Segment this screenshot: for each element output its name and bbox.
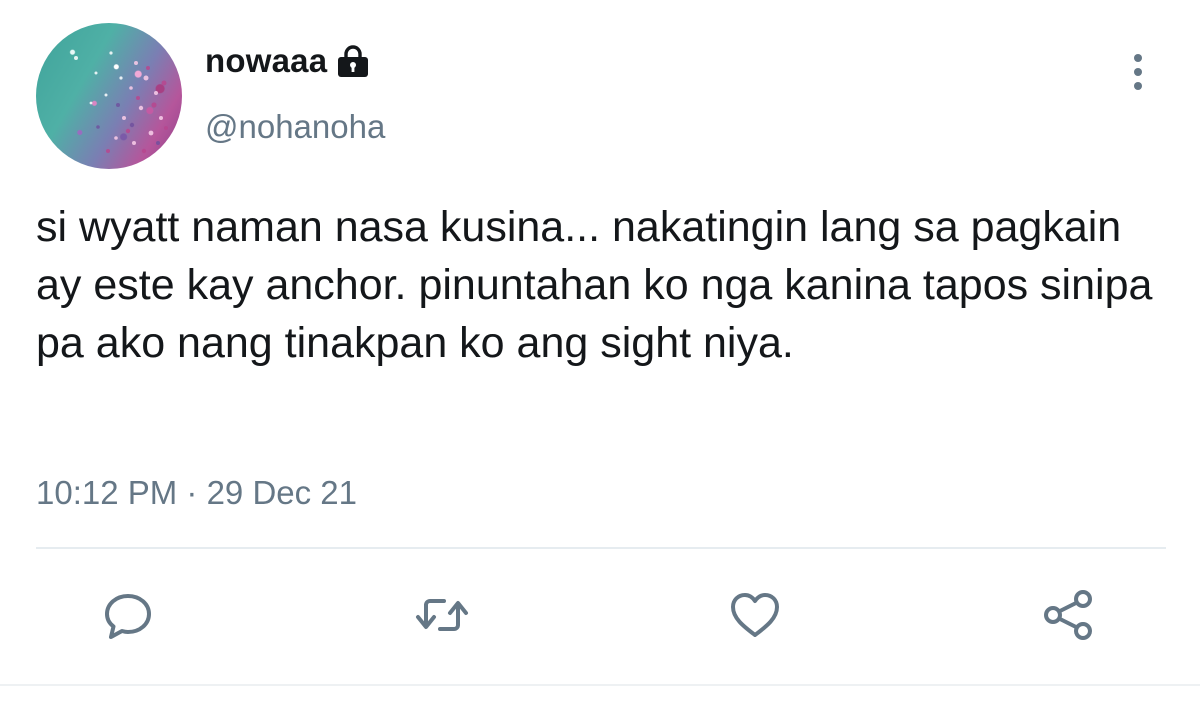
share-button[interactable] <box>1038 585 1098 645</box>
user-handle[interactable]: @nohanoha <box>205 108 385 146</box>
share-icon <box>1044 590 1092 640</box>
more-vertical-icon[interactable] <box>1120 50 1156 94</box>
heart-icon <box>731 593 779 637</box>
lock-icon <box>335 43 371 79</box>
retweet-icon <box>416 599 468 631</box>
bottom-divider <box>0 684 1200 686</box>
comment-icon <box>105 594 151 639</box>
tweet-actions-bar <box>0 585 1200 645</box>
tweet-text: si wyatt naman nasa kusina... nakatingin… <box>36 203 1153 367</box>
divider <box>36 547 1166 549</box>
display-name[interactable]: nowaaa <box>205 42 327 80</box>
reply-button[interactable] <box>98 585 158 645</box>
like-button[interactable] <box>725 585 785 645</box>
tweet-timestamp[interactable]: 10:12 PM · 29 Dec 21 <box>36 474 357 512</box>
author-name-row[interactable]: nowaaa <box>205 42 371 80</box>
retweet-button[interactable] <box>412 585 472 645</box>
avatar[interactable] <box>36 23 182 169</box>
avatar-image <box>74 51 168 154</box>
